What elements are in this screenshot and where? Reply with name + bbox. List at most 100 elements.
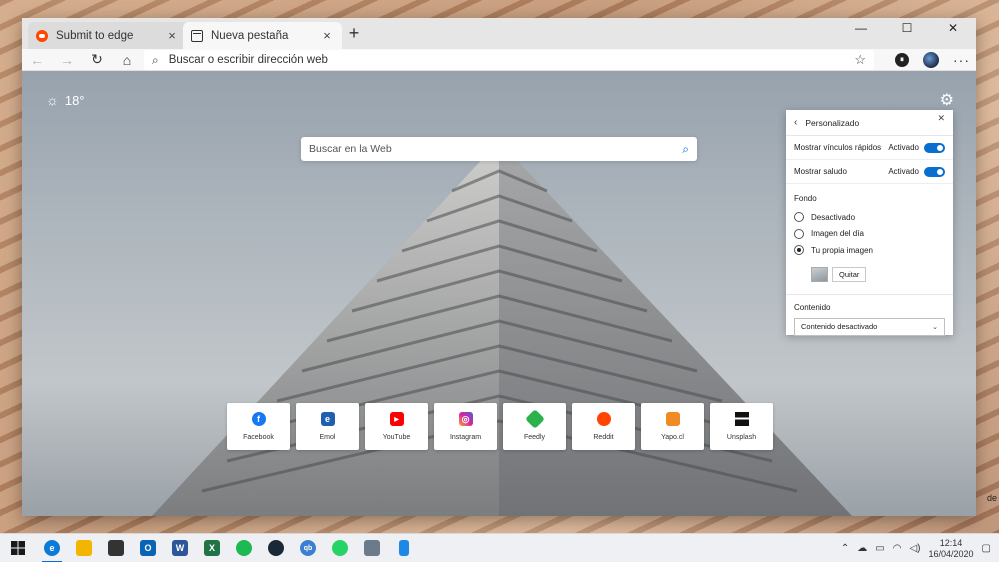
tab-nueva-pestana[interactable]: Nueva pestaña ×: [183, 22, 342, 49]
tab-close-icon[interactable]: ×: [165, 28, 179, 43]
quick-link-label: Facebook: [243, 434, 274, 441]
panel-header: ‹ Personalizado ✕: [786, 110, 953, 136]
windows-logo-icon: [11, 541, 25, 555]
qbittorrent-icon: qb: [300, 540, 316, 556]
toggle-row-greeting: Mostrar saludo Activado: [786, 160, 953, 184]
tab-title: Submit to edge: [56, 29, 134, 42]
quick-link-emol[interactable]: e Emol: [296, 403, 359, 450]
search-icon[interactable]: ⌕: [682, 142, 689, 157]
back-chevron-icon[interactable]: ‹: [794, 117, 797, 128]
unsplash-icon: [734, 412, 749, 426]
panel-title: Personalizado: [805, 117, 860, 128]
chevron-up-icon[interactable]: ⌃: [841, 543, 849, 554]
quick-link-reddit[interactable]: Reddit: [572, 403, 635, 450]
chevron-down-icon: ⌄: [932, 323, 938, 331]
quick-links: f Facebook e Emol ▶ YouTube ◎ Instagram …: [227, 403, 773, 450]
quick-links-toggle[interactable]: [924, 142, 945, 153]
clock-time: 12:14: [939, 537, 963, 548]
quick-link-unsplash[interactable]: Unsplash: [710, 403, 773, 450]
taskbar-whatsapp[interactable]: [324, 534, 356, 562]
reddit-icon: [36, 29, 48, 42]
radio-option-image-of-day[interactable]: Imagen del día: [786, 226, 953, 243]
tab-submit-to-edge[interactable]: Submit to edge ×: [28, 22, 187, 49]
address-bar[interactable]: ⌕ Buscar o escribir dirección web ☆: [144, 50, 874, 70]
quick-link-instagram[interactable]: ◎ Instagram: [434, 403, 497, 450]
radio-option-own-image[interactable]: Tu propia imagen: [786, 242, 953, 259]
extension-icon[interactable]: ⏸: [895, 53, 909, 67]
battery-icon[interactable]: ▭: [875, 543, 884, 554]
address-input[interactable]: Buscar o escribir dirección web: [169, 54, 855, 66]
close-window-icon[interactable]: ✕: [930, 18, 976, 38]
notifications-icon[interactable]: ▢: [982, 543, 991, 554]
taskbar-phone[interactable]: [388, 534, 420, 562]
onedrive-icon[interactable]: ☁: [857, 543, 867, 554]
maximize-icon[interactable]: ☐: [884, 18, 930, 38]
tab-title: Nueva pestaña: [211, 29, 289, 42]
taskbar-excel[interactable]: X: [196, 534, 228, 562]
radio-label: Desactivado: [811, 212, 856, 222]
home-icon[interactable]: ⌂: [112, 49, 142, 71]
quick-link-yapo[interactable]: Yapo.cl: [641, 403, 704, 450]
greeting-toggle[interactable]: [924, 166, 945, 177]
radio-button-selected[interactable]: [794, 245, 804, 256]
feedly-icon: [524, 409, 545, 429]
window-controls: — ☐ ✕: [838, 18, 976, 38]
quick-link-label: Unsplash: [726, 434, 757, 441]
more-options-icon[interactable]: ···: [953, 52, 970, 68]
yapo-icon: [665, 412, 680, 426]
taskbar-steam[interactable]: [260, 534, 292, 562]
search-icon: ⌕: [152, 52, 159, 67]
tab-close-icon[interactable]: ×: [320, 28, 334, 43]
taskbar-qbittorrent[interactable]: qb: [292, 534, 324, 562]
taskbar-file-explorer[interactable]: [68, 534, 100, 562]
quick-link-label: Instagram: [449, 434, 482, 441]
store-icon: [108, 540, 124, 556]
web-search-box[interactable]: ⌕: [301, 137, 697, 161]
weather-widget[interactable]: ☼ 18°: [46, 92, 85, 108]
emol-icon: e: [320, 412, 335, 426]
quick-link-facebook[interactable]: f Facebook: [227, 403, 290, 450]
quick-link-feedly[interactable]: Feedly: [503, 403, 566, 450]
toolbar: ← → ↻ ⌂ ⌕ Buscar o escribir dirección we…: [22, 49, 976, 71]
radio-button[interactable]: [794, 212, 804, 223]
new-tab-button[interactable]: +: [342, 23, 366, 44]
taskbar-store[interactable]: [100, 534, 132, 562]
taskbar-outlook[interactable]: O: [132, 534, 164, 562]
facebook-icon: f: [251, 412, 266, 426]
back-arrow-icon[interactable]: ←: [22, 49, 52, 71]
minimize-icon[interactable]: —: [838, 18, 884, 38]
content-select[interactable]: Contenido desactivado ⌄: [794, 317, 945, 336]
profile-avatar[interactable]: [923, 52, 939, 68]
clock[interactable]: 12:14 16/04/2020: [929, 538, 974, 560]
start-button[interactable]: [0, 534, 36, 562]
refresh-icon[interactable]: ↻: [82, 49, 112, 71]
newtab-page-icon: [191, 29, 203, 42]
quick-link-youtube[interactable]: ▶ YouTube: [365, 403, 428, 450]
taskbar-edge[interactable]: e: [36, 534, 68, 562]
whatsapp-icon: [332, 540, 348, 556]
radio-label: Tu propia imagen: [811, 245, 873, 255]
favorite-star-icon[interactable]: ☆: [854, 52, 866, 68]
taskbar-spotify[interactable]: [228, 534, 260, 562]
quick-link-label: YouTube: [382, 434, 411, 441]
remove-image-button[interactable]: Quitar: [832, 266, 867, 282]
radio-option-off[interactable]: Desactivado: [786, 209, 953, 226]
web-search-input[interactable]: [309, 143, 683, 155]
outlook-icon: O: [140, 540, 156, 556]
volume-icon[interactable]: ◁): [909, 543, 920, 554]
radio-button[interactable]: [794, 228, 804, 239]
close-icon[interactable]: ✕: [937, 113, 945, 124]
wifi-icon[interactable]: ◠: [893, 543, 902, 554]
taskbar-word[interactable]: W: [164, 534, 196, 562]
title-bar: Submit to edge × Nueva pestaña × + — ☐ ✕: [22, 18, 976, 49]
settings-gear-icon[interactable]: ⚙: [940, 90, 954, 110]
calculator-icon: [364, 540, 380, 556]
folder-icon: [76, 540, 92, 556]
quick-link-label: Yapo.cl: [661, 434, 684, 441]
taskbar-calculator[interactable]: [356, 534, 388, 562]
system-tray: ⌃ ☁ ▭ ◠ ◁) 12:14 16/04/2020 ▢: [841, 534, 991, 562]
content-section-label: Contenido: [794, 302, 831, 312]
forward-arrow-icon[interactable]: →: [52, 49, 82, 71]
quick-link-label: Feedly: [523, 434, 545, 441]
word-icon: W: [172, 540, 188, 556]
